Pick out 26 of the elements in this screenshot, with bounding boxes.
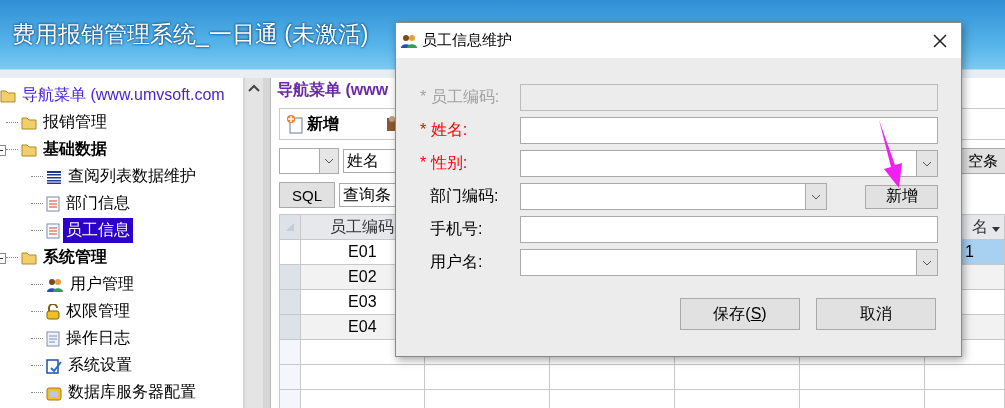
add-button[interactable]: 新增 bbox=[865, 184, 938, 209]
tree-item[interactable]: 报销管理 bbox=[40, 110, 110, 135]
save-button[interactable]: 保存(S) bbox=[680, 298, 800, 330]
tree-item[interactable]: 操作日志 bbox=[63, 326, 133, 351]
tree-item[interactable]: 系统管理 bbox=[40, 245, 110, 270]
field-label: 部门编码: bbox=[429, 186, 500, 206]
panel-title: 导航菜单 (www bbox=[276, 80, 390, 100]
tree-item[interactable]: 员工信息 bbox=[63, 218, 133, 243]
field-label: * 员工编码: bbox=[420, 87, 501, 107]
sql-button[interactable]: SQL bbox=[279, 182, 335, 208]
tree-item[interactable]: 部门信息 bbox=[63, 191, 133, 216]
field-label: 手机号: bbox=[429, 219, 484, 239]
tree-item[interactable]: 权限管理 bbox=[63, 299, 133, 324]
tree-item[interactable]: 导航菜单 (www.umvsoft.com bbox=[19, 83, 228, 108]
tree-item[interactable]: 系统设置 bbox=[65, 353, 135, 378]
field-label: * 姓名: bbox=[420, 120, 469, 140]
cancel-button[interactable]: 取消 bbox=[816, 298, 936, 330]
field-label: 用户名: bbox=[429, 252, 484, 272]
add-button[interactable]: 新增 bbox=[286, 113, 339, 135]
tree-item[interactable]: 数据库服务器配置 bbox=[65, 380, 199, 405]
tree-item[interactable]: 基础数据 bbox=[40, 137, 110, 162]
field-label: * 性别: bbox=[420, 153, 469, 173]
window-title: 费用报销管理系统_一日通 (未激活) bbox=[11, 20, 369, 49]
tree-item[interactable]: 查阅列表数据维护 bbox=[65, 164, 199, 189]
dialog-title: 员工信息维护 bbox=[422, 31, 512, 50]
tree-item[interactable]: 用户管理 bbox=[67, 272, 137, 297]
